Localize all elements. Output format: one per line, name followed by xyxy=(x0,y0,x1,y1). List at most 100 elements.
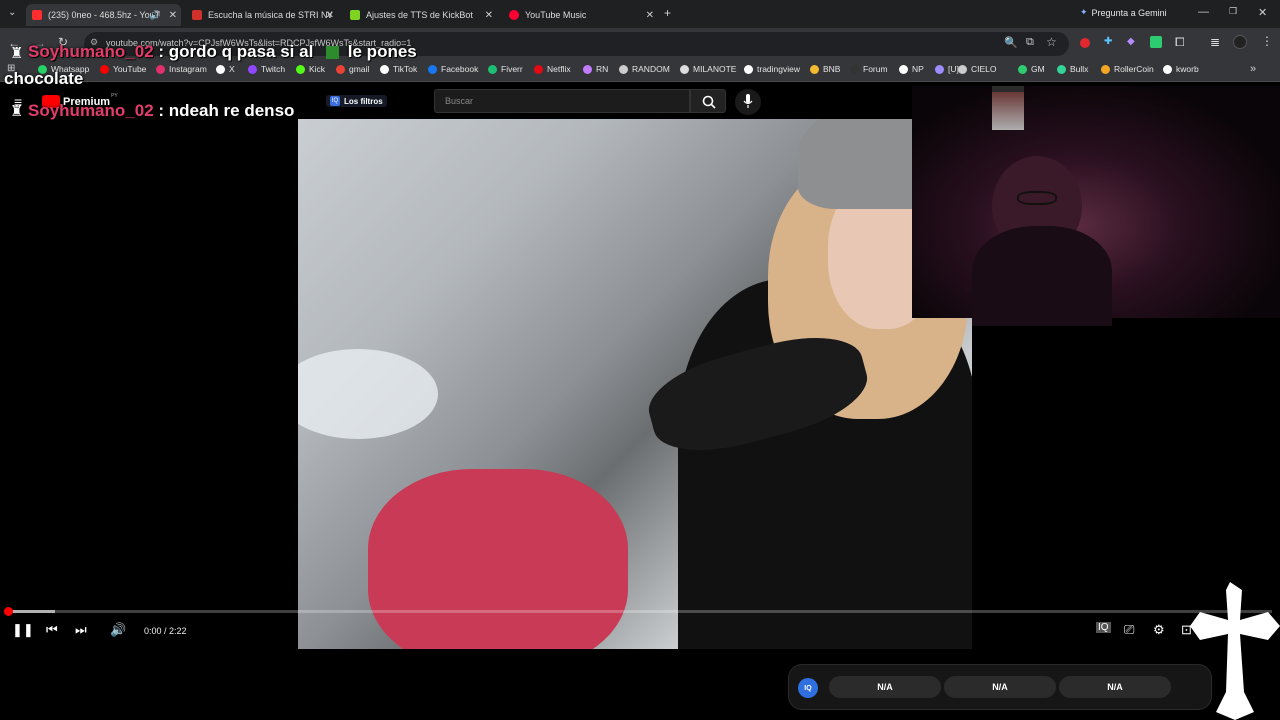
tab-kickbot-tts[interactable]: Ajustes de TTS de KickBot ✕ xyxy=(344,4,497,26)
previous-track-icon[interactable]: ⏮ xyxy=(46,622,58,638)
video-frame[interactable] xyxy=(298,119,972,649)
bookmark-gm[interactable]: GM xyxy=(1018,64,1045,74)
progress-bar[interactable] xyxy=(8,610,1272,613)
bookmark-label: X xyxy=(229,64,235,74)
bookmark-label: CIELO xyxy=(971,64,997,74)
bookmark-kworb[interactable]: kworb xyxy=(1163,64,1199,74)
bookmark-favicon-icon xyxy=(1018,64,1027,74)
bookmark-kick[interactable]: Kick xyxy=(296,64,325,74)
subtitles-icon[interactable]: ⎚ xyxy=(1124,622,1134,638)
bookmark-youtube[interactable]: YouTube xyxy=(100,64,146,74)
bookmark-favicon-icon xyxy=(680,64,689,74)
microphone-icon xyxy=(743,94,753,108)
bookmark-instagram[interactable]: Instagram xyxy=(156,64,207,74)
extension-icon[interactable] xyxy=(1150,36,1162,48)
bookmark-favicon-icon xyxy=(958,64,967,74)
bookmark-favicon-icon xyxy=(583,64,592,74)
close-window-icon[interactable]: ✕ xyxy=(1258,6,1267,19)
minimize-icon[interactable]: — xyxy=(1198,6,1209,18)
chat-username: Soyhumano_02 xyxy=(28,42,154,61)
bookmark-rn[interactable]: RN xyxy=(583,64,608,74)
tab-search-chevron-icon[interactable]: ⌄ xyxy=(8,7,16,18)
tab-youtube-0neo[interactable]: (235) 0neo - 468.5hz - YouT 🔊 ✕ xyxy=(26,4,181,26)
pause-icon[interactable]: ❚❚ xyxy=(12,622,34,638)
menu-kebab-icon[interactable]: ⋮ xyxy=(1261,34,1273,48)
settings-gear-icon[interactable]: ⚙ xyxy=(1153,622,1165,638)
bookmark-label: tradingview xyxy=(757,64,800,74)
webcam-glasses xyxy=(1017,191,1057,205)
filters-button[interactable]: IQ Los filtros xyxy=(326,95,387,107)
bookmark-fiverr[interactable]: Fiverr xyxy=(488,64,523,74)
bookmark-favicon-icon xyxy=(899,64,908,74)
tab-title: Escucha la música de STRI NW xyxy=(208,10,332,20)
voice-search-button[interactable] xyxy=(735,89,761,115)
bookmark-favicon-icon xyxy=(336,64,345,74)
progress-scrubber[interactable] xyxy=(4,607,13,616)
close-tab-icon[interactable]: ✕ xyxy=(485,10,493,21)
bookmark-bullx[interactable]: Bullx xyxy=(1057,64,1088,74)
volume-icon[interactable]: 🔊 xyxy=(110,622,126,638)
bookmark-tradingview[interactable]: tradingview xyxy=(744,64,800,74)
extension-icon[interactable]: ◆ xyxy=(1127,36,1135,47)
close-tab-icon[interactable]: ✕ xyxy=(326,10,334,21)
webcam-poster xyxy=(992,92,1024,130)
bookmark-favicon-icon xyxy=(100,64,109,74)
media-controls-icon[interactable]: ≣ xyxy=(1210,35,1220,49)
bookmark-milanote[interactable]: MILANOTE xyxy=(680,64,736,74)
extension-icon[interactable]: ✚ xyxy=(1104,36,1112,47)
bookmark-facebook[interactable]: Facebook xyxy=(428,64,478,74)
restore-icon[interactable]: ❐ xyxy=(1229,6,1237,17)
search-button[interactable] xyxy=(690,89,726,113)
bookmark-tiktok[interactable]: TikTok xyxy=(380,64,417,74)
bookmark-favicon-icon xyxy=(1057,64,1066,74)
bookmark-star-icon[interactable]: ☆ xyxy=(1046,35,1057,49)
record-extension-icon[interactable] xyxy=(1080,38,1090,48)
search-input[interactable]: Buscar xyxy=(434,89,690,113)
extensions-puzzle-icon[interactable]: ⧠ xyxy=(1175,35,1185,50)
iq-player-icon[interactable]: IQ xyxy=(1096,622,1111,633)
region-label: PY xyxy=(111,92,118,99)
bookmark-rollercoin[interactable]: RollerCoin xyxy=(1101,64,1154,74)
bookmark-u[interactable]: [U] xyxy=(935,64,959,74)
bookmark-label: Kick xyxy=(309,64,326,74)
new-tab-plus-icon[interactable]: + xyxy=(664,6,671,20)
chat-text: gordo q pasa si al xyxy=(168,42,314,61)
youtube-music-favicon-icon xyxy=(509,10,519,20)
tab-youtube-music[interactable]: YouTube Music ✕ xyxy=(503,4,658,26)
bookmark-forum[interactable]: Forum xyxy=(850,64,888,74)
chat-username: Soyhumano_02 xyxy=(28,101,154,120)
profile-avatar[interactable] xyxy=(1233,35,1247,49)
iq-slot[interactable]: N/A xyxy=(829,676,941,698)
bookmark-np[interactable]: NP xyxy=(899,64,924,74)
bookmark-label: RN xyxy=(596,64,609,74)
bookmark-label: Fiverr xyxy=(501,64,523,74)
close-tab-icon[interactable]: ✕ xyxy=(169,10,177,21)
chat-text: le pones xyxy=(347,42,417,61)
bookmark-twitch[interactable]: Twitch xyxy=(248,64,285,74)
iq-badge[interactable]: IQ xyxy=(798,678,818,698)
chat-badge-icon: ♜ xyxy=(10,103,24,120)
close-tab-icon[interactable]: ✕ xyxy=(646,10,654,21)
next-track-icon[interactable]: ⏭ xyxy=(75,622,87,638)
chat-message-wrap: chocolate xyxy=(4,69,83,89)
bookmark-gmail[interactable]: gmail xyxy=(336,64,369,74)
zoom-icon[interactable]: 🔍 xyxy=(1004,36,1018,49)
bookmark-cielo[interactable]: CIELO xyxy=(958,64,997,74)
install-app-icon[interactable]: ⧉ xyxy=(1026,36,1034,49)
iq-slot[interactable]: N/A xyxy=(944,676,1056,698)
bookmark-favicon-icon xyxy=(380,64,389,74)
bookmark-favicon-icon xyxy=(1163,64,1172,74)
gemini-button[interactable]: ✦ Pregunta a Gemini xyxy=(1080,7,1167,18)
bookmark-x[interactable]: X xyxy=(216,64,235,74)
speaker-icon[interactable]: 🔊 xyxy=(150,10,161,21)
iq-slot[interactable]: N/A xyxy=(1059,676,1171,698)
tab-escucha-musica[interactable]: Escucha la música de STRI NW ✕ xyxy=(186,4,338,26)
bookmark-label: Forum xyxy=(863,64,888,74)
cross-logo-icon xyxy=(1190,582,1280,720)
chat-text: ndeah re denso xyxy=(168,101,295,120)
bookmark-netflix[interactable]: Netflix xyxy=(534,64,571,74)
more-bookmarks-icon[interactable]: » xyxy=(1250,63,1256,75)
bookmark-label: GM xyxy=(1031,64,1045,74)
bookmark-bnb[interactable]: BNB xyxy=(810,64,840,74)
bookmark-random[interactable]: RANDOM xyxy=(619,64,670,74)
